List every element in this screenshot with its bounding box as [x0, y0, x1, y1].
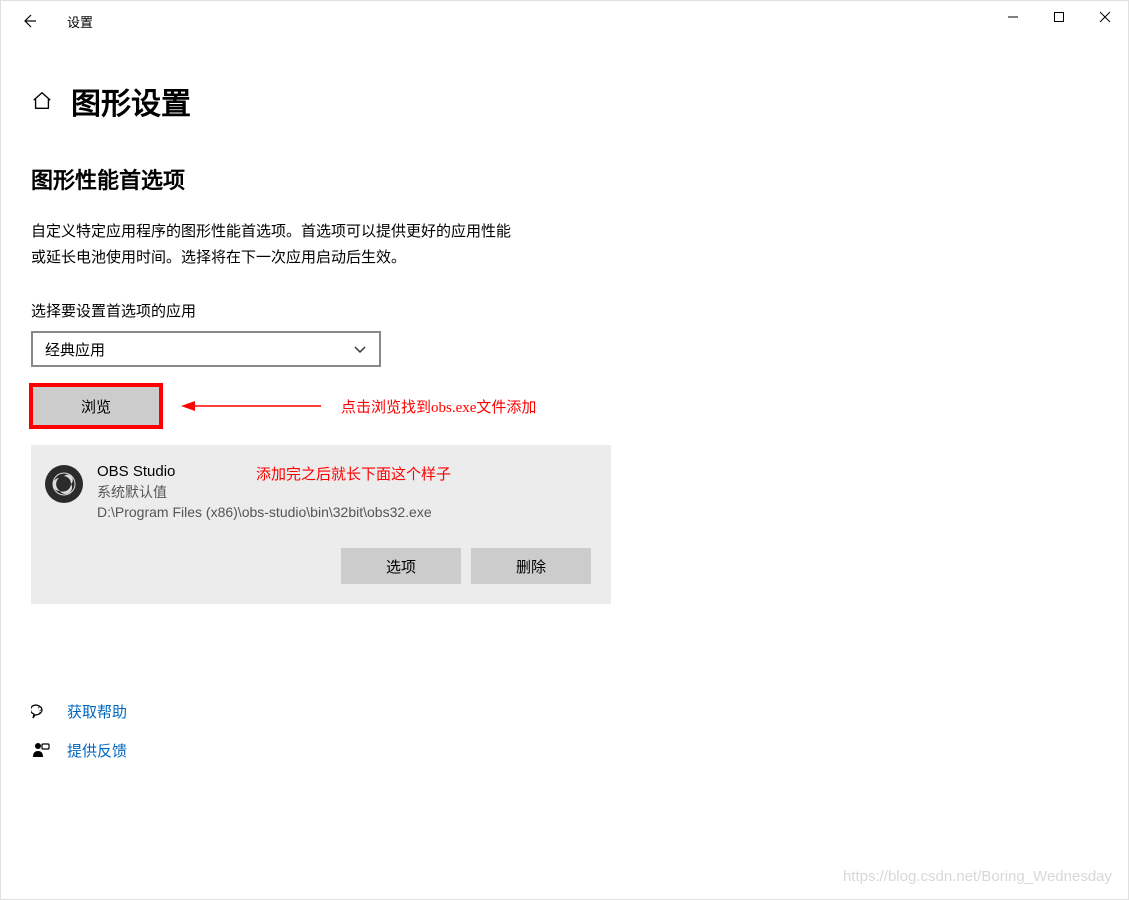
app-default-text: 系统默认值	[97, 482, 591, 502]
help-icon: ?	[31, 702, 51, 722]
select-app-label: 选择要设置首选项的应用	[31, 300, 1098, 321]
description: 自定义特定应用程序的图形性能首选项。首选项可以提供更好的应用性能 或延长电池使用…	[31, 219, 621, 270]
window-controls	[990, 1, 1128, 33]
footer-links: ? 获取帮助 提供反馈	[31, 701, 127, 779]
minimize-button[interactable]	[990, 1, 1036, 33]
options-button[interactable]: 选项	[341, 548, 461, 584]
maximize-button[interactable]	[1036, 1, 1082, 33]
browse-row: 浏览 点击浏览找到obs.exe文件添加	[31, 385, 1098, 427]
app-card: OBS Studio 系统默认值 D:\Program Files (x86)\…	[31, 445, 611, 604]
watermark: https://blog.csdn.net/Boring_Wednesday	[843, 868, 1112, 885]
feedback-link[interactable]: 提供反馈	[31, 740, 127, 761]
svg-text:?: ?	[37, 705, 42, 715]
maximize-icon	[1053, 11, 1065, 23]
added-annotation: 添加完之后就长下面这个样子	[256, 463, 451, 484]
arrow-left-icon	[21, 13, 37, 29]
home-icon[interactable]	[31, 90, 53, 112]
close-icon	[1099, 11, 1111, 23]
titlebar: 设置	[1, 1, 1128, 41]
page-title: 图形设置	[71, 79, 191, 123]
delete-button[interactable]: 删除	[471, 548, 591, 584]
window-title: 设置	[67, 12, 93, 31]
section-title: 图形性能首选项	[31, 163, 1098, 195]
browse-button-label: 浏览	[81, 396, 111, 417]
content-area: 图形设置 图形性能首选项 自定义特定应用程序的图形性能首选项。首选项可以提供更好…	[1, 41, 1128, 604]
back-button[interactable]	[9, 1, 49, 41]
annotation-arrow	[181, 396, 321, 416]
browse-button[interactable]: 浏览	[31, 385, 161, 427]
browse-annotation: 点击浏览找到obs.exe文件添加	[341, 396, 536, 417]
card-buttons: 选项 删除	[45, 548, 591, 584]
page-header: 图形设置	[31, 79, 1098, 123]
description-line1: 自定义特定应用程序的图形性能首选项。首选项可以提供更好的应用性能	[31, 223, 511, 240]
app-type-dropdown[interactable]: 经典应用	[31, 331, 381, 367]
get-help-label: 获取帮助	[67, 701, 127, 722]
app-path: D:\Program Files (x86)\obs-studio\bin\32…	[97, 504, 591, 520]
description-line2: 或延长电池使用时间。选择将在下一次应用启动后生效。	[31, 249, 406, 266]
minimize-icon	[1007, 11, 1019, 23]
dropdown-value: 经典应用	[45, 339, 105, 360]
chevron-down-icon	[353, 342, 367, 356]
obs-icon	[50, 470, 78, 498]
get-help-link[interactable]: ? 获取帮助	[31, 701, 127, 722]
obs-app-icon	[45, 465, 83, 503]
feedback-icon	[31, 741, 51, 761]
feedback-label: 提供反馈	[67, 740, 127, 761]
arrow-left-red-icon	[181, 396, 321, 416]
close-button[interactable]	[1082, 1, 1128, 33]
